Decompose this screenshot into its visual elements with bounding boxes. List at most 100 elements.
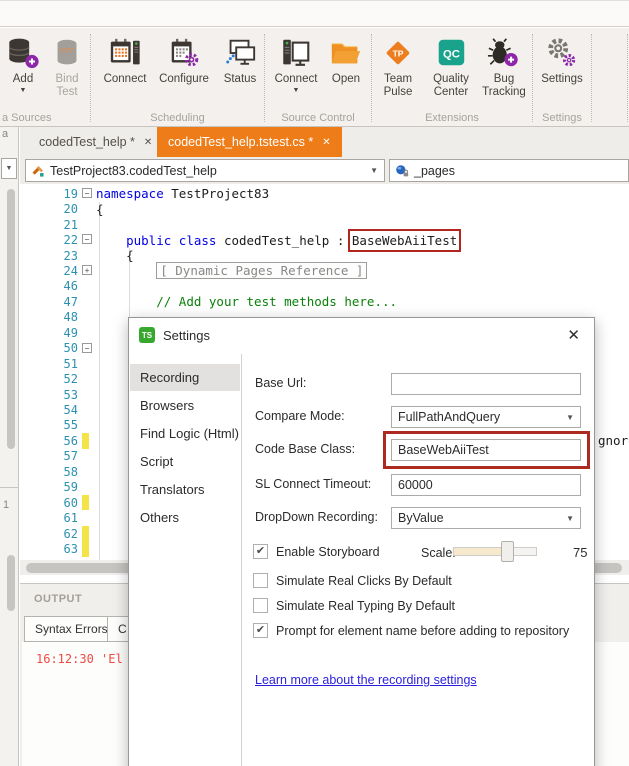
- checkbox-checked[interactable]: ✔: [253, 623, 268, 638]
- team-pulse-button[interactable]: TPTeam Pulse: [374, 36, 422, 99]
- class-navigation-combo[interactable]: TestProject83.codedTest_help ▼: [25, 159, 385, 182]
- dialog-nav-script[interactable]: Script: [130, 448, 240, 475]
- fold-toggle-icon[interactable]: +: [82, 265, 92, 275]
- editor-gutter: −: [78, 341, 96, 356]
- quality-center-icon: QC: [433, 36, 469, 70]
- checkbox-checked[interactable]: ✔: [253, 544, 268, 559]
- quality-center-button[interactable]: QCQuality Center: [424, 36, 478, 99]
- fold-toggle-icon[interactable]: −: [82, 343, 92, 353]
- button-label: Connect: [275, 73, 318, 86]
- dropdown-recording--dropdown[interactable]: ByValue▼: [391, 507, 581, 529]
- line-number: 60: [20, 496, 78, 510]
- field-label: Code Base Class:: [255, 442, 355, 456]
- code-text: {: [96, 202, 104, 217]
- change-marker: [82, 526, 89, 541]
- editor-gutter: [78, 294, 96, 309]
- close-icon[interactable]: ✕: [322, 137, 330, 148]
- line-number: 52: [20, 372, 78, 386]
- close-icon[interactable]: ✕: [144, 137, 152, 148]
- left-scrollbar-thumb[interactable]: [7, 189, 15, 449]
- tab-codedtest-help[interactable]: codedTest_help * ✕: [28, 127, 163, 157]
- bug-tracking-button[interactable]: Bug Tracking: [478, 36, 530, 99]
- dialog-nav-translators[interactable]: Translators: [130, 476, 240, 503]
- scale-slider[interactable]: [453, 547, 537, 556]
- editor-gutter: [78, 510, 96, 525]
- private-field-icon: [395, 164, 409, 178]
- ribbon-group-label: Scheduling: [91, 112, 264, 124]
- settings-button[interactable]: Settings: [537, 36, 587, 86]
- line-number: 51: [20, 357, 78, 371]
- dialog-nav-others[interactable]: Others: [130, 504, 240, 531]
- application-window: Add▼Bind Testa Sources Connect Configure St…: [0, 0, 629, 766]
- add-button[interactable]: Add▼: [2, 36, 44, 94]
- line-number: 20: [20, 202, 78, 216]
- member-navigation-combo[interactable]: _pages: [389, 159, 629, 182]
- chevron-down-icon[interactable]: ▼: [566, 514, 574, 523]
- close-icon[interactable]: ✕: [567, 326, 580, 344]
- settings-gear-icon: [544, 36, 580, 70]
- editor-gutter: [78, 201, 96, 216]
- left-panel-divider: [0, 487, 19, 488]
- bind-test-icon: [49, 36, 85, 70]
- line-number: 58: [20, 465, 78, 479]
- code-line: 24+ [ Dynamic Pages Reference ]: [20, 263, 629, 278]
- bug-tracking-icon: [486, 36, 522, 70]
- document-tab-strip: codedTest_help * ✕ codedTest_help.tstest…: [20, 127, 629, 157]
- sl-connect-timeout--input[interactable]: 60000: [391, 474, 581, 496]
- open-button[interactable]: Open: [325, 36, 367, 86]
- checkbox-unchecked[interactable]: [253, 573, 268, 588]
- class-combo-value: TestProject83.codedTest_help: [50, 164, 217, 178]
- code-line: 19−namespace TestProject83: [20, 186, 629, 201]
- settings-dialog: TS Settings ✕ RecordingBrowsersFind Logi…: [128, 317, 595, 766]
- configure-button[interactable]: Configure: [153, 36, 215, 86]
- output-panel-title: OUTPUT: [34, 593, 82, 605]
- fold-toggle-icon[interactable]: −: [82, 234, 92, 244]
- ribbon-group-label: Settings: [533, 112, 591, 124]
- code-line: 47 // Add your test methods here...: [20, 294, 629, 309]
- ribbon-group-separator: [591, 34, 592, 122]
- button-label: Team Pulse: [384, 73, 413, 99]
- editor-gutter: [78, 325, 96, 340]
- dropdown-arrow-icon[interactable]: ▼: [20, 87, 27, 94]
- ribbon-group-label: Source Control: [265, 112, 371, 124]
- code-fragment-behind-dialog: gnore: [598, 433, 629, 448]
- editor-gutter: [78, 248, 96, 263]
- dialog-nav-find-logic-html-[interactable]: Find Logic (Html): [130, 420, 240, 447]
- scale-label: Scale:: [421, 546, 456, 560]
- chevron-down-icon[interactable]: ▼: [370, 166, 378, 175]
- dropdown-arrow-icon[interactable]: ▼: [293, 87, 300, 94]
- compare-mode--dropdown[interactable]: FullPathAndQuery ▼: [391, 406, 581, 428]
- editor-gutter: [78, 217, 96, 232]
- base-url--input[interactable]: [391, 373, 581, 395]
- button-label: Connect: [104, 73, 147, 86]
- chevron-down-icon[interactable]: ▼: [566, 413, 574, 422]
- dialog-nav-browsers[interactable]: Browsers: [130, 392, 240, 419]
- status-button[interactable]: Status: [218, 36, 262, 86]
- dialog-nav-recording[interactable]: Recording: [130, 364, 240, 391]
- left-scrollbar-thumb[interactable]: [7, 555, 15, 611]
- tab-codedtest-help-tstest-cs[interactable]: codedTest_help.tstest.cs * ✕: [157, 127, 342, 157]
- title-bar: [0, 0, 629, 27]
- checkbox-label: Enable Storyboard: [276, 545, 380, 559]
- code-base-class--input[interactable]: BaseWebAiiTest: [391, 439, 581, 461]
- learn-more-link[interactable]: Learn more about the recording settings: [255, 673, 477, 687]
- collapsed-combo-arrow[interactable]: ▼: [1, 158, 17, 179]
- fold-toggle-icon[interactable]: −: [82, 188, 92, 198]
- ribbon-group-scheduling: Connect Configure Status Scheduling: [91, 28, 264, 126]
- code-line: 21: [20, 217, 629, 232]
- slider-thumb[interactable]: [501, 541, 514, 562]
- connect-button[interactable]: Connect▼: [271, 36, 321, 94]
- editor-gutter: [78, 387, 96, 402]
- cropped-text-fragment: 1: [3, 499, 9, 511]
- ribbon-group-label: a Sources: [2, 112, 90, 124]
- field-value: FullPathAndQuery: [398, 410, 500, 424]
- ribbon-group-a-sources: Add▼Bind Testa Sources: [0, 28, 90, 126]
- tab-syntax-errors[interactable]: Syntax Errors: [24, 616, 119, 642]
- button-label: Configure: [159, 73, 209, 86]
- checkbox-unchecked[interactable]: [253, 598, 268, 613]
- connect-button[interactable]: Connect: [99, 36, 151, 86]
- member-combo-value: _pages: [414, 164, 455, 178]
- ribbon-group-separator: [627, 34, 628, 122]
- checkbox-label: Simulate Real Typing By Default: [276, 599, 455, 613]
- field-value: 60000: [398, 478, 433, 492]
